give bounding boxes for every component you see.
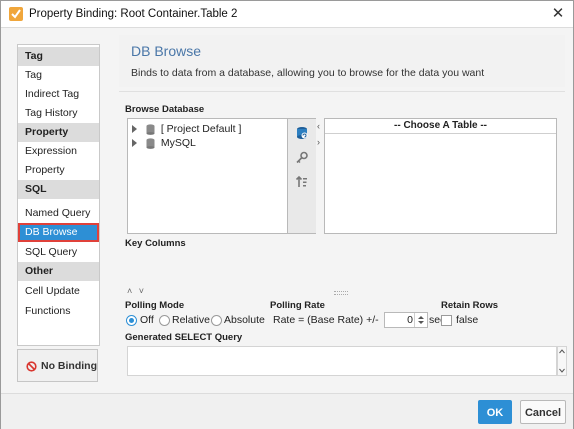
rate-offset-value[interactable]: 0 (407, 314, 413, 326)
generated-query-label: Generated SELECT Query (125, 332, 243, 343)
polling-relative-label[interactable]: Relative (172, 314, 210, 326)
cancel-button[interactable]: Cancel (520, 400, 566, 424)
browse-toolbar (288, 118, 316, 234)
header-divider (119, 91, 565, 92)
retain-rows-value: false (456, 314, 479, 326)
retain-rows-label: Retain Rows (441, 300, 499, 311)
sidebar-item-named-query[interactable]: Named Query (18, 204, 99, 223)
key-columns-label: Key Columns (125, 238, 186, 249)
binding-type-sidebar: Tag Tag Indirect Tag Tag History Propert… (17, 44, 100, 346)
polling-relative-radio[interactable] (159, 315, 170, 326)
database-icon (146, 138, 155, 149)
no-binding-button[interactable]: No Binding (17, 349, 98, 382)
sidebar-item-functions[interactable]: Functions (18, 302, 99, 321)
sidebar-item-db-browse[interactable]: DB Browse (18, 223, 99, 242)
no-binding-label: No Binding (41, 360, 97, 372)
refresh-database-icon[interactable] (295, 126, 309, 140)
title-bar: Property Binding: Root Container.Table 2… (1, 1, 573, 28)
sidebar-item-cell-update[interactable]: Cell Update (18, 282, 99, 301)
tree-item-label: [ Project Default ] (160, 123, 242, 135)
choose-table-header: -- Choose A Table -- (325, 119, 556, 134)
rate-formula-label: Rate = (Base Rate) +/- (273, 314, 379, 326)
sidebar-section-property: Property (18, 123, 99, 142)
ok-button[interactable]: OK (478, 400, 512, 424)
prohibited-icon (26, 361, 37, 372)
query-scrollbar[interactable] (557, 346, 567, 376)
sort-ascending-icon[interactable] (295, 175, 309, 189)
sidebar-item-tag-history[interactable]: Tag History (18, 104, 99, 123)
expand-arrow-icon[interactable] (132, 125, 137, 134)
browse-database-label: Browse Database (125, 104, 205, 115)
binding-header: DB Browse Binds to data from a database,… (119, 35, 565, 87)
collapse-right-icon[interactable]: › (317, 137, 320, 147)
scroll-arrows-icon[interactable] (558, 347, 566, 375)
generated-query-textarea[interactable] (127, 346, 557, 376)
app-icon (9, 7, 23, 21)
binding-title: DB Browse (131, 43, 202, 59)
polling-off-label[interactable]: Off (140, 314, 154, 326)
database-tree[interactable]: [ Project Default ] MySQL (127, 118, 288, 234)
expand-collapse-icon[interactable]: ˄ ˅ (127, 286, 146, 296)
sidebar-section-sql: SQL (18, 180, 99, 199)
sidebar-section-other: Other (18, 262, 99, 281)
sidebar-section-tag: Tag (18, 47, 99, 66)
database-icon (146, 124, 155, 135)
sidebar-item-indirect-tag[interactable]: Indirect Tag (18, 85, 99, 104)
expand-arrow-icon[interactable] (132, 139, 137, 148)
rate-offset-spinner[interactable]: 0 (384, 312, 428, 328)
tree-item-project-default[interactable]: [ Project Default ] (132, 123, 241, 137)
spinner-buttons[interactable] (414, 313, 427, 327)
panel-splitter[interactable]: ‹ › (316, 118, 324, 234)
sidebar-item-property[interactable]: Property (18, 161, 99, 180)
spinner-arrows-icon[interactable] (415, 313, 427, 327)
sidebar-item-tag[interactable]: Tag (18, 66, 99, 85)
binding-description: Binds to data from a database, allowing … (131, 67, 485, 79)
collapse-left-icon[interactable]: ‹ (317, 121, 320, 131)
polling-absolute-label[interactable]: Absolute (224, 314, 265, 326)
table-chooser[interactable]: -- Choose A Table -- (324, 118, 557, 234)
window-title: Property Binding: Root Container.Table 2 (29, 8, 238, 20)
key-icon[interactable] (295, 151, 309, 165)
polling-rate-label: Polling Rate (270, 300, 325, 311)
close-icon[interactable]: ✕ (549, 5, 567, 23)
tree-item-label: MySQL (160, 137, 196, 149)
sidebar-item-sql-query[interactable]: SQL Query (18, 243, 99, 262)
polling-off-radio[interactable] (126, 315, 137, 326)
polling-absolute-radio[interactable] (211, 315, 222, 326)
retain-rows-checkbox[interactable] (441, 315, 452, 326)
sidebar-item-expression[interactable]: Expression (18, 142, 99, 161)
polling-mode-label: Polling Mode (125, 300, 185, 311)
property-binding-dialog: Property Binding: Root Container.Table 2… (0, 0, 574, 429)
splitter-grip[interactable] (334, 291, 348, 295)
tree-item-mysql[interactable]: MySQL (132, 137, 196, 151)
